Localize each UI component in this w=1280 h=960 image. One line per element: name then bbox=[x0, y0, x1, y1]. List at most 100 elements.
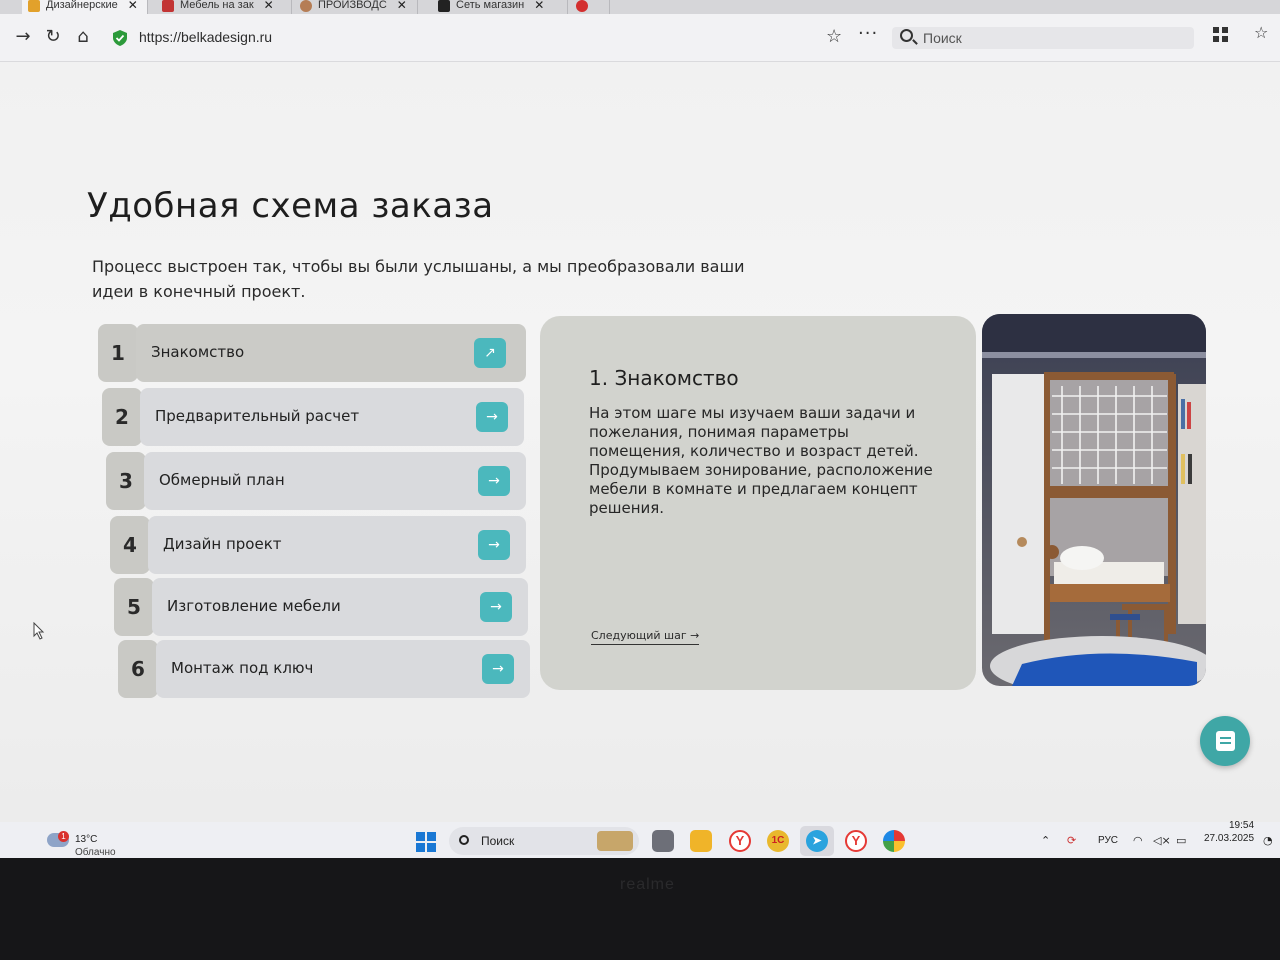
next-step-link[interactable]: Следующий шаг → bbox=[591, 629, 700, 645]
step-label: Знакомство bbox=[151, 343, 245, 361]
detail-description: На этом шаге мы изучаем ваши задачи и по… bbox=[589, 404, 933, 517]
step-item-2[interactable]: 2 Предварительный расчет → bbox=[102, 388, 528, 446]
arrow-right-icon[interactable]: → bbox=[476, 402, 508, 432]
arrow-up-right-icon[interactable]: ↗ bbox=[474, 338, 506, 368]
reload-icon[interactable]: ↻ bbox=[42, 26, 64, 47]
step-item-4[interactable]: 4 Дизайн проект → bbox=[110, 516, 530, 574]
page-intro: Процесс выстроен так, чтобы вы были услы… bbox=[92, 257, 745, 301]
weather-description[interactable]: Облачно bbox=[75, 847, 116, 858]
arrow-right-icon: → bbox=[690, 629, 700, 642]
step-number: 5 bbox=[114, 578, 154, 636]
yandex-icon[interactable]: Y bbox=[845, 830, 867, 852]
yandex-browser-icon[interactable]: Y bbox=[729, 830, 751, 852]
notification-bell-icon[interactable]: ◔ bbox=[1263, 834, 1273, 847]
tab-favicon-icon bbox=[438, 0, 450, 12]
volume-muted-icon[interactable]: ◁× bbox=[1153, 834, 1171, 847]
step-number: 4 bbox=[110, 516, 150, 574]
page-content: Удобная схема заказа Процесс выстроен та… bbox=[0, 62, 1280, 822]
step-number: 6 bbox=[118, 640, 158, 698]
taskbar-search-input[interactable]: Поиск bbox=[449, 827, 639, 855]
task-view-icon[interactable] bbox=[652, 830, 674, 852]
tab-label: Дизайнерские bbox=[46, 0, 118, 11]
shield-icon[interactable] bbox=[113, 30, 127, 46]
address-bar[interactable]: https://belkadesign.ru bbox=[139, 29, 272, 45]
laptop-bezel bbox=[0, 858, 1280, 960]
chevron-up-icon[interactable]: ⌃ bbox=[1041, 834, 1050, 847]
tab-favicon-icon bbox=[162, 0, 174, 12]
step-card[interactable]: Знакомство ↗ bbox=[136, 324, 526, 382]
apps-grid-icon[interactable] bbox=[1213, 27, 1228, 42]
arrow-right-icon[interactable]: → bbox=[478, 466, 510, 496]
browser-tab-1[interactable]: Дизайнерские ✕ bbox=[22, 0, 148, 14]
tab-favicon-icon bbox=[576, 0, 588, 12]
more-options-icon[interactable]: ··· bbox=[858, 23, 878, 44]
tab-favicon-icon bbox=[28, 0, 40, 12]
search-icon bbox=[459, 835, 469, 845]
arrow-right-icon[interactable]: → bbox=[480, 592, 512, 622]
step-item-3[interactable]: 3 Обмерный план → bbox=[106, 452, 530, 510]
browser-tab-2[interactable]: Мебель на зак ✕ bbox=[156, 0, 292, 14]
browser-tab-3[interactable]: ПРОИЗВОДС ✕ bbox=[294, 0, 418, 14]
weather-temperature[interactable]: 13°C bbox=[75, 834, 97, 845]
laptop-brand-logo: realme bbox=[620, 876, 675, 893]
taskbar-search-placeholder: Поиск bbox=[481, 834, 515, 848]
tab-favicon-icon bbox=[300, 0, 312, 12]
home-icon[interactable]: ⌂ bbox=[72, 26, 94, 47]
browser-tab-5[interactable] bbox=[570, 0, 610, 14]
os-taskbar: 1 13°C Облачно Поиск Y 1С ➤ Y ⌃ ⟳ РУС ◠ … bbox=[0, 820, 1280, 858]
room-photo bbox=[982, 314, 1206, 686]
tab-close-icon[interactable]: ✕ bbox=[128, 0, 138, 12]
arrow-right-icon[interactable]: → bbox=[482, 654, 514, 684]
page-title: Удобная схема заказа bbox=[87, 186, 494, 226]
mouse-cursor-icon bbox=[33, 622, 45, 640]
step-item-1[interactable]: 1 Знакомство ↗ bbox=[98, 324, 526, 382]
arrow-right-icon[interactable]: → bbox=[478, 530, 510, 560]
chat-button[interactable] bbox=[1200, 716, 1250, 766]
detail-title: 1. Знакомство bbox=[589, 366, 739, 390]
step-label: Обмерный план bbox=[159, 471, 285, 489]
tab-close-icon[interactable]: ✕ bbox=[397, 0, 407, 12]
step-label: Дизайн проект bbox=[163, 535, 282, 553]
step-number: 3 bbox=[106, 452, 146, 510]
bookmark-star-icon[interactable]: ☆ bbox=[826, 26, 842, 47]
step-card[interactable]: Обмерный план → bbox=[144, 452, 526, 510]
clock-time[interactable]: 19:54 bbox=[1229, 820, 1254, 831]
step-number: 1 bbox=[98, 324, 138, 382]
favorites-icon[interactable]: ☆ bbox=[1254, 23, 1268, 42]
browser-search-input[interactable]: Поиск bbox=[892, 27, 1194, 49]
forward-icon[interactable]: → bbox=[12, 26, 34, 47]
step-detail-panel: 1. Знакомство На этом шаге мы изучаем ва… bbox=[540, 316, 976, 690]
step-card[interactable]: Предварительный расчет → bbox=[140, 388, 524, 446]
tab-close-icon[interactable]: ✕ bbox=[264, 0, 274, 12]
chrome-icon[interactable] bbox=[883, 830, 905, 852]
step-label: Монтаж под ключ bbox=[171, 659, 314, 677]
next-step-label: Следующий шаг bbox=[591, 629, 687, 642]
browser-toolbar: → ↻ ⌂ https://belkadesign.ru ☆ ··· Поиск… bbox=[0, 14, 1280, 62]
browser-tab-bar: Дизайнерские ✕ Мебель на зак ✕ ПРОИЗВОДС… bbox=[0, 0, 1280, 14]
step-item-5[interactable]: 5 Изготовление мебели → bbox=[114, 578, 530, 636]
search-placeholder: Поиск bbox=[923, 30, 962, 46]
search-icon bbox=[900, 29, 913, 42]
step-card[interactable]: Монтаж под ключ → bbox=[156, 640, 530, 698]
tab-label: ПРОИЗВОДС bbox=[318, 0, 387, 11]
sync-icon[interactable]: ⟳ bbox=[1067, 834, 1076, 847]
telegram-icon[interactable]: ➤ bbox=[806, 830, 828, 852]
battery-icon[interactable]: ▭ bbox=[1176, 834, 1186, 847]
tab-label: Мебель на зак bbox=[180, 0, 254, 11]
clock-date[interactable]: 27.03.2025 bbox=[1204, 833, 1254, 844]
language-indicator[interactable]: РУС bbox=[1098, 835, 1118, 846]
tab-close-icon[interactable]: ✕ bbox=[534, 0, 544, 12]
message-icon bbox=[1216, 731, 1235, 751]
1c-app-icon[interactable]: 1С bbox=[767, 830, 789, 852]
search-highlight-icon bbox=[597, 831, 633, 851]
windows-start-icon[interactable] bbox=[416, 832, 436, 852]
file-explorer-icon[interactable] bbox=[690, 830, 712, 852]
step-item-6[interactable]: 6 Монтаж под ключ → bbox=[118, 640, 532, 698]
browser-tab-4[interactable]: Сеть магазин ✕ bbox=[432, 0, 568, 14]
step-card[interactable]: Дизайн проект → bbox=[148, 516, 526, 574]
step-number: 2 bbox=[102, 388, 142, 446]
wifi-icon[interactable]: ◠ bbox=[1133, 834, 1143, 847]
step-card[interactable]: Изготовление мебели → bbox=[152, 578, 528, 636]
weather-notification-badge: 1 bbox=[58, 831, 69, 842]
step-label: Предварительный расчет bbox=[155, 407, 360, 425]
